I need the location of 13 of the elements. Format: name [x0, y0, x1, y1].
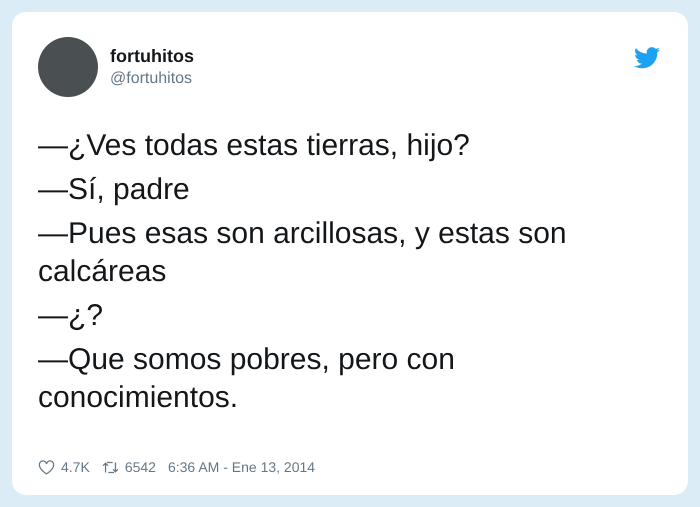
- tweet-line: —¿?: [38, 298, 104, 334]
- tweet-line: —Pues esas son arcillosas, y estas son calcáreas: [38, 216, 568, 290]
- bird-icon: [634, 47, 660, 69]
- retweet-icon[interactable]: [102, 460, 119, 474]
- retweet-count: 6542: [124, 459, 156, 475]
- tweet-line: —¿Ves todas estas tierras, hijo?: [38, 128, 471, 164]
- heart-icon[interactable]: [38, 460, 55, 474]
- author-name: fortuhitos: [110, 46, 195, 67]
- tweet-timestamp: 6:36 AM - Ene 13, 2014: [168, 459, 316, 475]
- tweet-line: —Que somos pobres, pero con conocimientos.: [38, 342, 456, 416]
- author-handle: @fortuhitos: [110, 70, 194, 88]
- like-count: 4.7K: [61, 459, 90, 475]
- tweet-line: —Sí, padre: [38, 172, 191, 208]
